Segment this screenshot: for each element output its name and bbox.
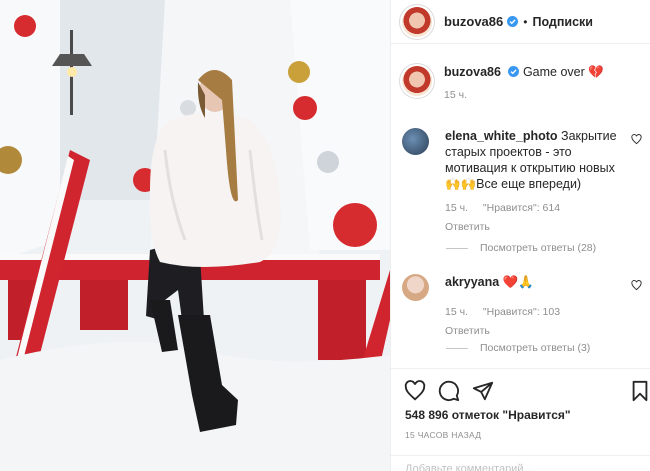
comment-likes[interactable]: "Нравится": 614 xyxy=(483,202,560,214)
comment-time[interactable]: 15 ч. xyxy=(445,202,468,214)
reply-button[interactable]: Ответить xyxy=(445,219,621,235)
comment-username[interactable]: akryyana xyxy=(445,275,499,289)
caption-username[interactable]: buzova86 xyxy=(444,65,501,79)
comment-heart-icon[interactable] xyxy=(631,134,642,145)
heart-icon[interactable] xyxy=(404,380,426,402)
comment-item: elena_white_photo Закрытие старых проект… xyxy=(402,128,642,235)
post-photo[interactable] xyxy=(0,0,390,471)
comment-avatar[interactable] xyxy=(402,274,429,301)
add-comment-input[interactable]: Добавьте комментарий... xyxy=(391,455,650,471)
author-username[interactable]: buzova86 xyxy=(444,14,503,29)
reply-button[interactable]: Ответить xyxy=(445,323,621,339)
post-caption: buzova86 Game over 💔 15 ч. xyxy=(402,64,604,101)
bookmark-icon[interactable] xyxy=(629,380,650,402)
caption-time[interactable]: 15 ч. xyxy=(444,89,467,101)
comment-time[interactable]: 15 ч. xyxy=(445,306,468,318)
comment-item: akryyana ❤️🙏 15 ч. "Нравится": 103 Ответ… xyxy=(402,274,642,339)
following-button[interactable]: Подписки xyxy=(532,15,593,29)
comment-icon[interactable] xyxy=(438,380,460,402)
view-replies-label: Посмотреть ответы (28) xyxy=(480,242,597,254)
comment-avatar[interactable] xyxy=(402,128,429,155)
comment-heart-icon[interactable] xyxy=(631,280,642,291)
author-avatar[interactable] xyxy=(402,6,432,37)
post-timestamp[interactable]: 15 ЧАСОВ НАЗАД xyxy=(405,430,481,440)
caption-text: Game over 💔 xyxy=(522,65,604,79)
view-replies-label: Посмотреть ответы (3) xyxy=(480,342,591,354)
likes-count[interactable]: 548 896 отметок "Нравится" xyxy=(405,408,571,422)
comment-username[interactable]: elena_white_photo xyxy=(445,129,558,143)
post-header: buzova86 • Подписки xyxy=(391,0,650,44)
post-photo-illustration xyxy=(0,0,390,471)
header-separator: • xyxy=(523,14,528,29)
view-replies-button[interactable]: Посмотреть ответы (28) xyxy=(446,242,596,254)
caption-avatar[interactable] xyxy=(402,66,432,96)
view-replies-button[interactable]: Посмотреть ответы (3) xyxy=(446,342,590,354)
comment-text: ❤️🙏 xyxy=(502,275,534,289)
verified-icon xyxy=(508,66,520,77)
comment-likes[interactable]: "Нравится": 103 xyxy=(483,306,560,318)
post-side-panel: buzova86 • Подписки buzova86 Game over 💔… xyxy=(390,0,650,471)
action-bar xyxy=(391,368,650,408)
verified-icon xyxy=(507,16,519,27)
share-icon[interactable] xyxy=(472,380,494,402)
